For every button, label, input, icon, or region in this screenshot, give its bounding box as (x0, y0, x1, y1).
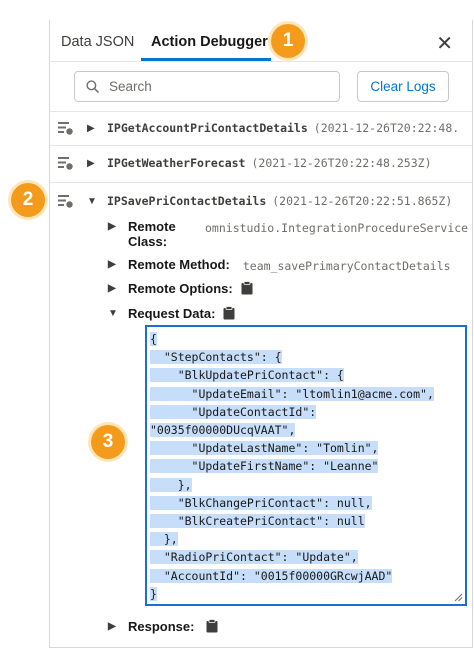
log-list-icon (58, 122, 73, 135)
remote-method-value: team_savePrimaryContactDetails (242, 259, 451, 273)
response-label: Response: (128, 619, 195, 634)
request-data-row[interactable]: ▼ Request Data: (108, 306, 235, 321)
json-line: { (150, 332, 157, 346)
json-line: }, (150, 532, 178, 547)
json-line: }, (150, 477, 192, 492)
log-entry[interactable]: ▶ IPGetWeatherForecast (2021-12-26T20:22… (58, 153, 432, 173)
json-line: "AccountId": "0015f00000GRcwjAAD" (150, 568, 393, 583)
chevron-right-icon[interactable]: ▶ (108, 221, 116, 232)
search-box[interactable] (74, 71, 340, 102)
chevron-right-icon[interactable]: ▶ (87, 123, 95, 134)
clipboard-icon[interactable] (206, 619, 218, 633)
log-name: IPGetAccountPriContactDetails (107, 121, 308, 135)
remote-method-label: Remote Method: (128, 257, 230, 272)
search-input[interactable] (107, 78, 311, 95)
json-line: "UpdateFirstName": "Leanne" (150, 459, 379, 474)
log-timestamp: (2021-12-26T20:22:48.253Z) (251, 156, 432, 170)
json-line: "UpdateContactId": (150, 404, 317, 419)
clipboard-icon[interactable] (241, 281, 253, 295)
log-timestamp: (2021-12-26T20:22:48. (313, 121, 460, 135)
json-line: "UpdateLastName": "Tomlin", (150, 441, 379, 456)
log-timestamp: (2021-12-26T20:22:51.865Z) (272, 194, 453, 208)
log-name: IPSavePriContactDetails (107, 194, 267, 208)
callout-badge-2: 2 (11, 183, 45, 217)
search-icon (86, 80, 99, 93)
remote-class-row[interactable]: ▶ Remote Class: omnistudio.IntegrationPr… (108, 219, 468, 249)
active-tab-indicator (141, 58, 271, 61)
json-line: "0035f00000DUcqVAAT", (150, 423, 296, 438)
json-line: "UpdateEmail": "ltomlin1@acme.com", (150, 386, 434, 401)
chevron-right-icon[interactable]: ▶ (87, 158, 95, 169)
log-entry-expanded[interactable]: ▼ IPSavePriContactDetails (2021-12-26T20… (58, 191, 452, 211)
clipboard-icon[interactable] (223, 306, 235, 320)
log-name: IPGetWeatherForecast (107, 156, 246, 170)
json-line: "BlkUpdatePriContact": { (150, 368, 344, 383)
divider (50, 145, 472, 146)
tab-data-json[interactable]: Data JSON (61, 34, 134, 50)
remote-class-value: omnistudio.IntegrationProcedureService (205, 221, 469, 235)
chevron-down-icon[interactable]: ▼ (108, 308, 118, 319)
tab-bar: Data JSON Action Debugger ✕ (49, 20, 473, 62)
remote-method-row[interactable]: ▶ Remote Method: team_savePrimaryContact… (108, 257, 451, 273)
resize-handle-icon[interactable] (454, 593, 463, 602)
callout-badge-1: 1 (271, 24, 305, 58)
divider (50, 182, 472, 183)
chevron-right-icon[interactable]: ▶ (108, 259, 116, 270)
divider (50, 111, 472, 112)
chevron-right-icon[interactable]: ▶ (108, 283, 116, 294)
tab-action-debugger[interactable]: Action Debugger (151, 34, 268, 50)
json-line: } (150, 586, 157, 601)
request-json: { "StepContacts": { "BlkUpdatePriContact… (147, 327, 465, 603)
chevron-right-icon[interactable]: ▶ (108, 621, 116, 632)
json-line: "StepContacts": { (150, 350, 282, 365)
request-data-textarea[interactable]: { "StepContacts": { "BlkUpdatePriContact… (145, 325, 467, 606)
chevron-down-icon[interactable]: ▼ (87, 196, 97, 207)
request-data-label: Request Data: (128, 306, 216, 321)
log-list-icon (58, 157, 73, 170)
callout-badge-3: 3 (91, 425, 125, 459)
clear-logs-button[interactable]: Clear Logs (357, 71, 449, 102)
remote-options-row[interactable]: ▶ Remote Options: (108, 281, 253, 296)
response-row[interactable]: ▶ Response: (108, 619, 218, 634)
log-list-icon (58, 195, 73, 208)
json-line: "BlkChangePriContact": null, (150, 495, 372, 510)
log-entry[interactable]: ▶ IPGetAccountPriContactDetails (2021-12… (58, 118, 459, 138)
json-line: "BlkCreatePriContact": null (150, 514, 365, 529)
remote-class-label: Remote Class: (128, 219, 176, 249)
remote-options-label: Remote Options: (128, 281, 233, 296)
close-icon[interactable]: ✕ (436, 31, 453, 56)
json-line: "RadioPriContact": "Update", (150, 550, 358, 565)
